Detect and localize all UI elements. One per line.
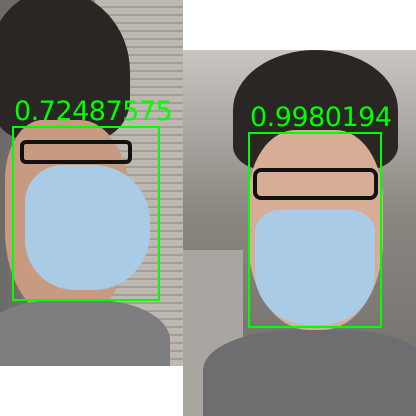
detection-box-1 bbox=[12, 126, 160, 301]
detection-score-2: 0.9980194 bbox=[250, 102, 392, 133]
image-canvas: 0.72487575 0.9980194 bbox=[0, 0, 416, 416]
shirt bbox=[0, 300, 170, 366]
detection-score-1: 0.72487575 bbox=[14, 96, 173, 127]
shirt bbox=[203, 330, 416, 416]
detection-box-2 bbox=[248, 132, 382, 328]
